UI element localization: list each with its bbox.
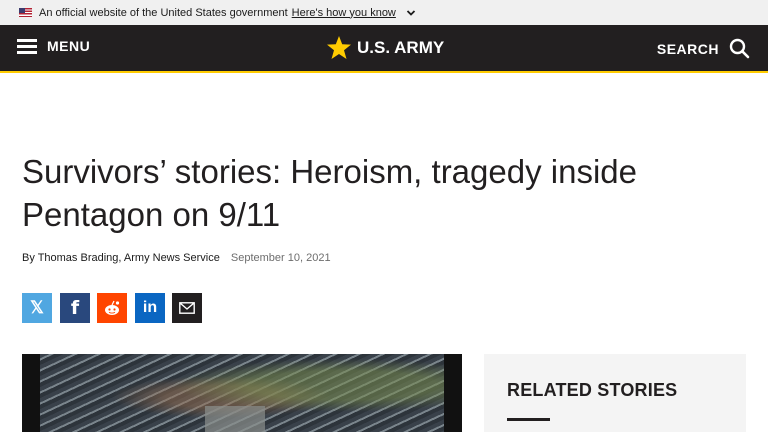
- aerial-pentagon-photo: [40, 354, 444, 432]
- search-button[interactable]: SEARCH: [657, 38, 750, 59]
- share-facebook-button[interactable]: f: [60, 293, 90, 323]
- facebook-icon: f: [70, 297, 80, 319]
- related-stories-panel: RELATED STORIES: [484, 354, 746, 432]
- share-linkedin-button[interactable]: in: [135, 293, 165, 323]
- email-icon: [179, 302, 195, 314]
- logo-text: U.S. ARMY: [357, 37, 445, 57]
- x-icon: 𝕏: [30, 298, 44, 317]
- search-label: SEARCH: [656, 40, 719, 57]
- related-stories-heading: RELATED STORIES: [507, 380, 678, 400]
- share-email-button[interactable]: [172, 293, 202, 323]
- share-x-button[interactable]: 𝕏: [22, 293, 52, 323]
- gov-banner: An official website of the United States…: [0, 0, 768, 25]
- search-icon: [729, 38, 750, 59]
- menu-label: MENU: [47, 38, 91, 54]
- chevron-down-icon[interactable]: [405, 7, 417, 19]
- hamburger-icon: [17, 38, 37, 54]
- share-reddit-button[interactable]: [97, 293, 127, 323]
- star-icon: [327, 36, 351, 59]
- army-logo[interactable]: U.S. ARMY: [326, 35, 444, 60]
- article-byline: By Thomas Brading, Army News Service Sep…: [22, 252, 331, 264]
- publish-date: September 10, 2021: [230, 252, 331, 264]
- article-hero-image: [22, 354, 462, 432]
- site-header: MENU U.S. ARMY SEARCH: [0, 25, 768, 73]
- menu-button[interactable]: MENU: [17, 38, 90, 54]
- author: By Thomas Brading, Army News Service: [22, 252, 220, 264]
- gov-banner-text: An official website of the United States…: [39, 6, 288, 19]
- linkedin-icon: in: [142, 299, 158, 316]
- article-title: Survivors’ stories: Heroism, tragedy ins…: [22, 153, 637, 233]
- heres-how-you-know-link[interactable]: Here's how you know: [292, 7, 396, 19]
- reddit-icon: [105, 300, 120, 315]
- us-flag-icon: [19, 8, 32, 17]
- heading-underline: [507, 418, 550, 421]
